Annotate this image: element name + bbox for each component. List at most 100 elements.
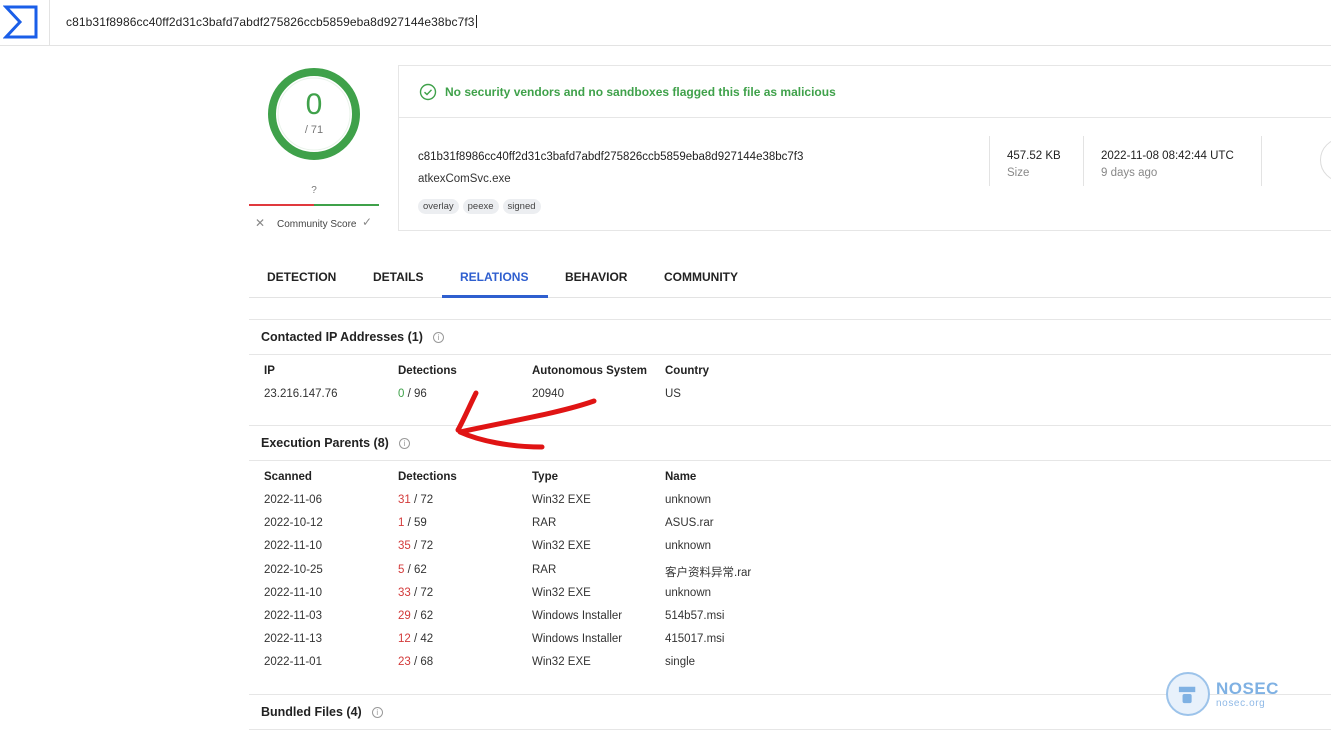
row-detections-count: 1 bbox=[398, 517, 405, 529]
row-detections-count: 5 bbox=[398, 564, 405, 576]
bundled-files-title: Bundled Files (4) bbox=[261, 705, 362, 719]
row-scanned-date[interactable]: 2022-11-03 bbox=[264, 610, 322, 622]
vote-malicious-icon[interactable]: ✕ bbox=[255, 216, 265, 230]
row-type: Win32 EXE bbox=[532, 494, 591, 506]
tab-relations[interactable]: RELATIONS bbox=[460, 270, 528, 284]
nosec-url: nosec.org bbox=[1216, 698, 1266, 709]
annotation-arrow bbox=[455, 390, 597, 450]
search-divider bbox=[49, 0, 50, 46]
search-input-value[interactable]: c81b31f8986cc40ff2d31c3bafd7abdf275826cc… bbox=[66, 15, 475, 29]
row-detections-count: 35 bbox=[398, 540, 411, 552]
ip-address-link[interactable]: 23.216.147.76 bbox=[264, 388, 338, 400]
tag-peexe[interactable]: peexe bbox=[462, 199, 499, 214]
ip-detections-count: 0 bbox=[398, 388, 405, 400]
row-name: 514b57.msi bbox=[665, 610, 725, 622]
tag-overlay[interactable]: overlay bbox=[418, 199, 459, 214]
row-type: Windows Installer bbox=[532, 610, 623, 622]
row-type: Windows Installer bbox=[532, 633, 623, 645]
column-header-ip: IP bbox=[264, 365, 275, 377]
row-detections-count: 29 bbox=[398, 610, 411, 622]
row-scanned-date[interactable]: 2022-11-10 bbox=[264, 540, 322, 552]
tag-signed[interactable]: signed bbox=[502, 199, 541, 214]
row-name: 415017.msi bbox=[665, 633, 725, 645]
tab-community[interactable]: COMMUNITY bbox=[664, 270, 738, 284]
file-summary-card: No security vendors and no sandboxes fla… bbox=[398, 65, 1331, 231]
verdict-banner: No security vendors and no sandboxes fla… bbox=[399, 66, 1331, 118]
row-detections-total: / 68 bbox=[414, 656, 434, 668]
row-type: Win32 EXE bbox=[532, 656, 591, 668]
ip-country: US bbox=[665, 388, 681, 400]
row-detections-total: / 59 bbox=[407, 517, 427, 529]
row-detections: 12 / 42 bbox=[398, 633, 433, 645]
reanalyze-button[interactable] bbox=[1320, 138, 1331, 182]
row-scanned-date[interactable]: 2022-11-10 bbox=[264, 587, 322, 599]
search-input[interactable]: c81b31f8986cc40ff2d31c3bafd7abdf275826cc… bbox=[66, 15, 477, 29]
info-icon[interactable]: i bbox=[432, 332, 444, 343]
column-header-detections: Detections bbox=[398, 471, 457, 483]
row-name: unknown bbox=[665, 540, 712, 552]
row-type: RAR bbox=[532, 517, 557, 529]
file-tags: overlay peexe signed bbox=[418, 196, 545, 214]
row-scanned-date[interactable]: 2022-11-13 bbox=[264, 633, 322, 645]
row-detections: 29 / 62 bbox=[398, 610, 433, 622]
file-name: atkexComSvc.exe bbox=[418, 173, 511, 185]
detection-total: / 71 bbox=[304, 124, 324, 136]
row-scanned-date[interactable]: 2022-10-25 bbox=[264, 564, 323, 576]
tab-details[interactable]: DETAILS bbox=[373, 270, 423, 284]
virustotal-logo-icon[interactable] bbox=[3, 4, 39, 40]
row-name: ASUS.rar bbox=[665, 517, 714, 529]
check-circle-icon bbox=[419, 83, 437, 101]
community-score-bar bbox=[249, 204, 379, 206]
top-bar: c81b31f8986cc40ff2d31c3bafd7abdf275826cc… bbox=[0, 0, 1331, 46]
row-detections: 31 / 72 bbox=[398, 494, 433, 506]
nosec-logo-icon bbox=[1166, 672, 1210, 716]
row-detections-total: / 62 bbox=[414, 610, 434, 622]
ip-detections-total: / 96 bbox=[407, 388, 427, 400]
row-scanned-date[interactable]: 2022-10-12 bbox=[264, 517, 323, 529]
row-detections-total: / 42 bbox=[414, 633, 434, 645]
column-header-scanned: Scanned bbox=[264, 471, 312, 483]
active-tab-indicator bbox=[442, 295, 548, 298]
execution-parents-header: Execution Parents (8) i bbox=[249, 425, 1331, 461]
divider bbox=[989, 136, 990, 186]
divider bbox=[1083, 136, 1084, 186]
execution-parents-title: Execution Parents (8) bbox=[261, 436, 389, 450]
section-title: Bundled Files (4) i bbox=[261, 705, 383, 719]
file-hash[interactable]: c81b31f8986cc40ff2d31c3bafd7abdf275826cc… bbox=[418, 151, 803, 163]
row-type: Win32 EXE bbox=[532, 540, 591, 552]
column-header-detections: Detections bbox=[398, 365, 457, 377]
column-header-autonomous-system: Autonomous System bbox=[532, 365, 648, 377]
row-detections-count: 31 bbox=[398, 494, 411, 506]
community-score-label: Community Score bbox=[277, 219, 357, 230]
file-size-label: Size bbox=[1007, 167, 1030, 179]
row-name: 客户资料异常.rar bbox=[665, 567, 752, 579]
row-detections-total: / 72 bbox=[414, 540, 434, 552]
verdict-text: No security vendors and no sandboxes fla… bbox=[445, 85, 836, 99]
row-detections-total: / 72 bbox=[414, 494, 434, 506]
nosec-watermark: NOSEC nosec.org bbox=[1166, 672, 1286, 718]
row-name: single bbox=[665, 656, 696, 668]
nosec-name: NOSEC bbox=[1216, 679, 1279, 698]
row-type: RAR bbox=[532, 564, 557, 576]
report-tabs: DETECTION DETAILS RELATIONS BEHAVIOR COM… bbox=[249, 258, 1331, 298]
tab-behavior[interactable]: BEHAVIOR bbox=[565, 270, 627, 284]
row-name: unknown bbox=[665, 494, 712, 506]
row-type: Win32 EXE bbox=[532, 587, 591, 599]
vote-harmless-icon[interactable]: ✓ bbox=[362, 215, 372, 229]
info-icon[interactable]: i bbox=[398, 438, 410, 449]
section-title: Execution Parents (8) i bbox=[261, 436, 410, 450]
community-score-value: ? bbox=[311, 185, 317, 196]
detection-count: 0 bbox=[305, 88, 323, 121]
row-scanned-date[interactable]: 2022-11-06 bbox=[264, 494, 322, 506]
column-header-name: Name bbox=[665, 471, 697, 483]
column-header-country: Country bbox=[665, 365, 710, 377]
row-scanned-date[interactable]: 2022-11-01 bbox=[264, 656, 322, 668]
ip-detections: 0 / 96 bbox=[398, 388, 427, 400]
analysis-date-relative: 9 days ago bbox=[1101, 167, 1158, 179]
row-name: unknown bbox=[665, 587, 712, 599]
text-caret bbox=[475, 15, 477, 28]
row-detections: 33 / 72 bbox=[398, 587, 433, 599]
row-detections-total: / 72 bbox=[414, 587, 434, 599]
info-icon[interactable]: i bbox=[371, 707, 383, 718]
tab-detection[interactable]: DETECTION bbox=[267, 270, 336, 284]
